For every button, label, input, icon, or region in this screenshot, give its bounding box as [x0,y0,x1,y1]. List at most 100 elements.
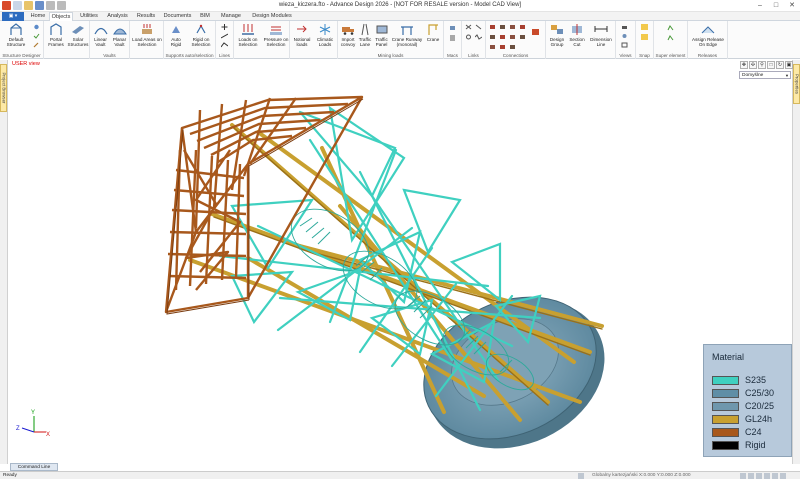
tab-bim[interactable]: BIM [196,12,214,21]
connection-icon[interactable] [489,44,496,50]
climatic-loads-button[interactable]: Climatic Loads [314,23,336,47]
snap-magnet-icon[interactable] [641,24,648,30]
connection-icon[interactable] [499,24,506,30]
load-areas-button[interactable]: Load Areas on Selection [131,23,163,47]
rigid-on-selection-button[interactable]: Rigid on Selection [187,23,215,47]
traffic-panel-button[interactable]: Traffic Panel [373,23,390,47]
material-legend: Material S235 C25/30 C20/25 GL24h C24 Ri… [703,344,792,457]
close-button[interactable]: ✕ [784,0,800,12]
link-icon[interactable] [465,24,472,30]
zoom-icon[interactable]: ⚲ [758,61,766,69]
tab-home[interactable]: Home [28,12,48,21]
zoom-window-icon[interactable]: □ [767,61,775,69]
application-menu-button[interactable]: ▣ ▾ [2,12,24,21]
group-caption: Super element [655,53,686,58]
zoom-extents-icon[interactable]: ✥ [740,61,748,69]
display-style-dropdown[interactable]: Domyślne ▼ [739,71,791,79]
status-settings-icon[interactable] [780,473,786,479]
link-elastic-icon[interactable] [475,34,482,40]
status-layer-icon[interactable] [772,473,778,479]
connection-icon[interactable] [499,44,506,50]
tab-manage[interactable]: Manage [217,12,245,21]
connection-icon[interactable] [489,24,496,30]
command-line-tab[interactable]: Command Line [10,463,58,471]
status-snap-icon[interactable] [748,473,754,479]
pressure-on-selection-button[interactable]: Pressure on Selection [262,23,290,47]
dimension-line-button[interactable]: Dimension Line [588,23,614,47]
status-grid-icon[interactable] [740,473,746,479]
status-ortho-icon[interactable] [756,473,762,479]
section-cut-button[interactable]: Section Cut [568,23,586,47]
connection-icon[interactable] [509,44,516,50]
group-macs: Macs [444,21,462,59]
tab-analysis[interactable]: Analysis [104,12,131,21]
link-hinge-icon[interactable] [465,34,472,40]
view-icon[interactable] [621,33,628,39]
tab-design-modules[interactable]: Design Modules [250,12,294,21]
connection-icon[interactable] [509,34,516,40]
connection-icon[interactable] [489,34,496,40]
polyline-icon[interactable] [221,42,228,48]
connection-icon[interactable] [519,34,526,40]
default-structure-button[interactable]: Default Structure [2,23,30,47]
camera-icon[interactable] [621,24,628,30]
portal-frames-button[interactable]: Portal Frames [46,23,66,47]
plus-icon[interactable] [221,24,228,30]
import-convoy-button[interactable]: Import convoy [339,23,357,47]
group-views: Views [616,21,636,59]
minimize-button[interactable]: – [752,0,768,12]
tab-utilities[interactable]: Utilities [76,12,102,21]
ribbon: Default Structure Structure Designer Por… [0,21,800,59]
legend-swatch [712,414,739,424]
left-panel-strip: Project Browser [0,60,8,464]
planar-vault-button[interactable]: Planar Vault [110,23,129,47]
check-icon[interactable] [33,33,40,39]
traffic-lane-button[interactable]: Traffic Lane [357,23,373,47]
release-edge-icon [701,26,715,34]
link-rigid-icon[interactable] [475,24,482,30]
notional-loads-button[interactable]: Notional loads [291,23,313,47]
legend-label: C25/30 [745,388,775,398]
group-snap: Snap [636,21,654,59]
super-element-icon[interactable] [667,25,674,31]
connection-icon[interactable] [499,34,506,40]
edit-icon[interactable] [33,42,40,48]
view-box-icon[interactable] [621,42,628,48]
rotate-icon[interactable]: ↻ [776,61,784,69]
tab-results[interactable]: Results [133,12,159,21]
mac-icon[interactable] [449,25,456,31]
status-lock-icon[interactable] [578,473,584,479]
connection-settings-icon[interactable] [532,29,539,35]
mac-list-icon[interactable] [449,35,456,41]
crane-runway-button[interactable]: Crane Runway (monorail) [390,23,424,47]
super-element-edit-icon[interactable] [667,35,674,41]
pan-icon[interactable]: ✣ [749,61,757,69]
truck-icon [342,27,354,35]
snap-settings-icon[interactable] [641,34,648,40]
connection-icon[interactable] [519,24,526,30]
solar-structures-button[interactable]: Solar Structures [66,23,90,47]
status-bar: Ready Globalny kartezjański X:0.000 Y:0.… [0,471,800,479]
view-cube-icon[interactable]: ▣ [785,61,793,69]
auto-rigid-button[interactable]: Auto Rigid [166,23,186,47]
line-icon[interactable] [221,33,228,39]
model-viewport[interactable]: Y Z X [8,60,792,464]
maximize-button[interactable]: □ [768,0,784,12]
assign-release-button[interactable]: Assign Release On Edge [689,23,727,47]
connection-icon[interactable] [509,24,516,30]
group-mining-loads: Import convoy Traffic Lane Traffic Panel… [338,21,444,59]
linear-vault-button[interactable]: Linear Vault [91,23,110,47]
design-group-button[interactable]: Design Group [547,23,567,47]
model-3d-view[interactable]: Y Z X [8,60,792,464]
crane-button[interactable]: Crane [424,23,442,42]
project-browser-tab[interactable]: Project Browser [0,64,7,112]
tab-documents[interactable]: Documents [161,12,194,21]
group-caption: Macs [447,53,458,58]
traffic-lane-icon [361,23,369,36]
properties-tab[interactable]: Properties [793,64,800,104]
gear-icon[interactable] [33,24,40,30]
status-osnap-icon[interactable] [764,473,770,479]
loads-on-selection-button[interactable]: Loads on Selection [235,23,261,47]
chevron-down-icon: ▼ [785,73,789,78]
group-structure-designer: Default Structure Structure Designer [0,21,44,59]
